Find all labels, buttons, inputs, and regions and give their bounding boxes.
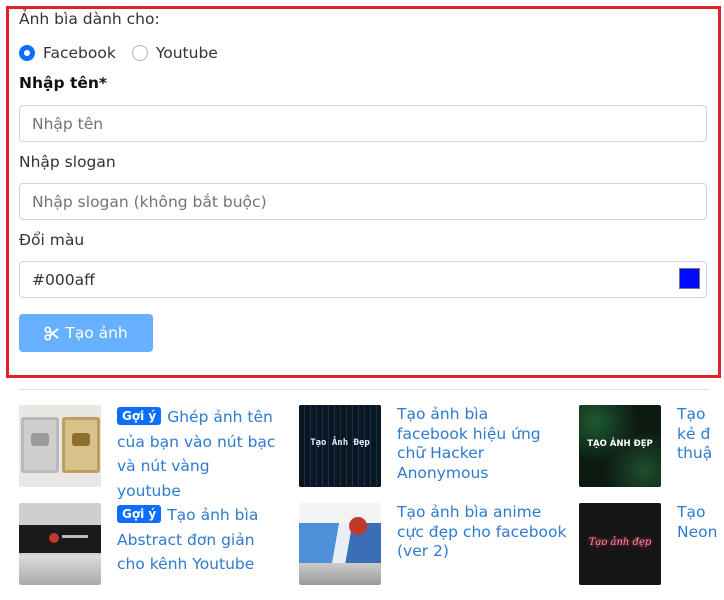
related-title-line[interactable]: Tạo [677, 503, 724, 523]
related-title-line[interactable]: thuậ [677, 444, 724, 464]
scissors-icon [44, 325, 59, 341]
slogan-input[interactable] [19, 183, 707, 220]
related-card-2[interactable]: Tạo ảnh bìa facebook hiệu ứng chữ Hacker… [397, 405, 559, 483]
name-label: Nhập tên* [19, 74, 108, 92]
related-title[interactable]: Tạo ảnh bìa facebook hiệu ứng chữ Hacker… [397, 405, 541, 482]
related-card-4[interactable]: Gợi ý Tạo ảnh bìa Abstract đơn giản cho k… [117, 503, 287, 577]
related-title-line[interactable]: Neon [677, 523, 724, 543]
thumb-caption: Tạo ảnh đẹp [588, 537, 652, 548]
create-image-button-label: Tạo ảnh [65, 324, 128, 342]
color-input[interactable] [19, 261, 707, 298]
thumb-caption: TẠO ẢNH ĐẸP [587, 439, 653, 449]
play-button-awards-thumbnail[interactable] [19, 405, 101, 487]
related-card-5[interactable]: Tạo ảnh bìa anime cực đẹp cho facebook (… [397, 503, 567, 562]
platform-radio-group: Facebook Youtube [19, 42, 234, 64]
youtube-banner-thumbnail[interactable] [19, 503, 101, 585]
hacker-text-thumbnail[interactable]: Tạo Ảnh Đẹp [299, 405, 381, 487]
name-input[interactable] [19, 105, 707, 142]
related-card-3[interactable]: Tạo kẻ đ thuậ [677, 405, 724, 464]
neon-text-thumbnail[interactable]: Tạo ảnh đẹp [579, 503, 661, 585]
related-title-line[interactable]: Tạo [677, 405, 724, 425]
create-image-button[interactable]: Tạo ảnh [19, 314, 153, 352]
cover-for-label: Ảnh bìa dành cho: [19, 10, 160, 28]
suggest-badge: Gợi ý [117, 505, 162, 523]
related-title-line[interactable]: kẻ đ [677, 425, 724, 445]
slogan-label: Nhập slogan [19, 153, 116, 171]
radio-youtube[interactable] [131, 45, 148, 61]
related-title[interactable]: Tạo ảnh bìa anime cực đẹp cho facebook (… [397, 503, 567, 560]
color-picker-swatch[interactable] [679, 268, 700, 289]
thumb-caption: Tạo Ảnh Đẹp [310, 438, 370, 448]
color-label: Đổi màu [19, 231, 85, 249]
radio-facebook[interactable] [19, 45, 35, 61]
related-card-1[interactable]: Gợi ý Ghép ảnh tên của bạn vào nút bạc và… [117, 405, 277, 503]
related-card-6[interactable]: Tạo Neon [677, 503, 724, 542]
section-divider [19, 389, 709, 390]
radio-facebook-label[interactable]: Facebook [43, 44, 116, 62]
anime-cover-thumbnail[interactable] [299, 503, 381, 585]
glitch-text-thumbnail[interactable]: TẠO ẢNH ĐẸP [579, 405, 661, 487]
suggest-badge: Gợi ý [117, 407, 162, 425]
radio-youtube-label[interactable]: Youtube [156, 44, 218, 62]
